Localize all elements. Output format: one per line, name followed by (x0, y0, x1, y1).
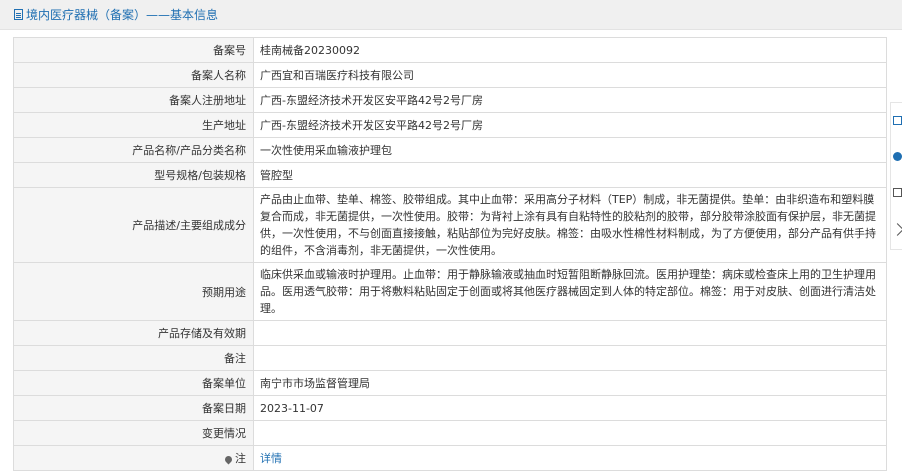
side-toolbar (890, 102, 902, 250)
field-label: 备案人名称 (13, 62, 254, 88)
field-value: 南宁市市场监督管理局 (253, 370, 887, 396)
field-label: 备案单位 (13, 370, 254, 396)
location-pin-icon (223, 454, 234, 464)
table-row: 备案号 桂南械备20230092 (13, 37, 887, 63)
field-value: 桂南械备20230092 (253, 37, 887, 63)
field-value (253, 320, 887, 346)
top-bar: 境内医疗器械（备案）——基本信息 (0, 0, 902, 30)
table-row: 预期用途 临床供采血或输液时护理用。止血带：用于静脉输液或抽血时短暂阻断静脉回流… (13, 262, 887, 321)
field-label: 预期用途 (13, 262, 254, 321)
table-row: 产品描述/主要组成成分 产品由止血带、垫单、棉签、胶带组成。其中止血带：采用高分… (13, 187, 887, 263)
page-title-text: 境内医疗器械（备案）——基本信息 (26, 8, 219, 22)
field-value: 广西-东盟经济技术开发区安平路42号2号厂房 (253, 112, 887, 138)
field-label: 产品描述/主要组成成分 (13, 187, 254, 263)
field-value: 管腔型 (253, 162, 887, 188)
field-label: 产品存储及有效期 (13, 320, 254, 346)
note-label: 注 (13, 445, 254, 471)
table-row: 备案单位 南宁市市场监督管理局 (13, 370, 887, 396)
field-label: 变更情况 (13, 420, 254, 446)
table-row: 型号规格/包装规格 管腔型 (13, 162, 887, 188)
field-value: 2023-11-07 (253, 395, 887, 421)
field-label: 生产地址 (13, 112, 254, 138)
chevron-right-icon[interactable] (891, 223, 902, 236)
table-row: 备案人注册地址 广西-东盟经济技术开发区安平路42号2号厂房 (13, 87, 887, 113)
table-row: 备案日期 2023-11-07 (13, 395, 887, 421)
field-value: 临床供采血或输液时护理用。止血带：用于静脉输液或抽血时短暂阻断静脉回流。医用护理… (253, 262, 887, 321)
info-table-container: 备案号 桂南械备20230092 备案人名称 广西宜和百瑞医疗科技有限公司 备案… (13, 37, 887, 471)
field-value: 广西-东盟经济技术开发区安平路42号2号厂房 (253, 87, 887, 113)
table-row: 备注 (13, 345, 887, 371)
field-value (253, 345, 887, 371)
page-title: 境内医疗器械（备案）——基本信息 (14, 6, 218, 23)
table-row: 生产地址 广西-东盟经济技术开发区安平路42号2号厂房 (13, 112, 887, 138)
info-table: 备案号 桂南械备20230092 备案人名称 广西宜和百瑞医疗科技有限公司 备案… (13, 37, 887, 471)
details-link[interactable]: 详情 (260, 452, 282, 465)
field-value: 产品由止血带、垫单、棉签、胶带组成。其中止血带：采用高分子材料（TEP）制成，非… (253, 187, 887, 263)
info-icon[interactable] (893, 152, 902, 161)
copy-icon[interactable] (893, 188, 902, 197)
table-row: 注 详情 (13, 445, 887, 471)
field-label: 备案人注册地址 (13, 87, 254, 113)
field-label: 备注 (13, 345, 254, 371)
field-value (253, 420, 887, 446)
field-label: 备案号 (13, 37, 254, 63)
note-label-text: 注 (235, 452, 246, 465)
table-row: 产品存储及有效期 (13, 320, 887, 346)
edit-icon[interactable] (893, 116, 902, 125)
field-label: 产品名称/产品分类名称 (13, 137, 254, 163)
document-icon (14, 9, 23, 20)
field-value: 一次性使用采血输液护理包 (253, 137, 887, 163)
field-value: 广西宜和百瑞医疗科技有限公司 (253, 62, 887, 88)
table-row: 备案人名称 广西宜和百瑞医疗科技有限公司 (13, 62, 887, 88)
table-row: 产品名称/产品分类名称 一次性使用采血输液护理包 (13, 137, 887, 163)
field-label: 型号规格/包装规格 (13, 162, 254, 188)
table-row: 变更情况 (13, 420, 887, 446)
field-label: 备案日期 (13, 395, 254, 421)
field-value: 详情 (253, 445, 887, 471)
